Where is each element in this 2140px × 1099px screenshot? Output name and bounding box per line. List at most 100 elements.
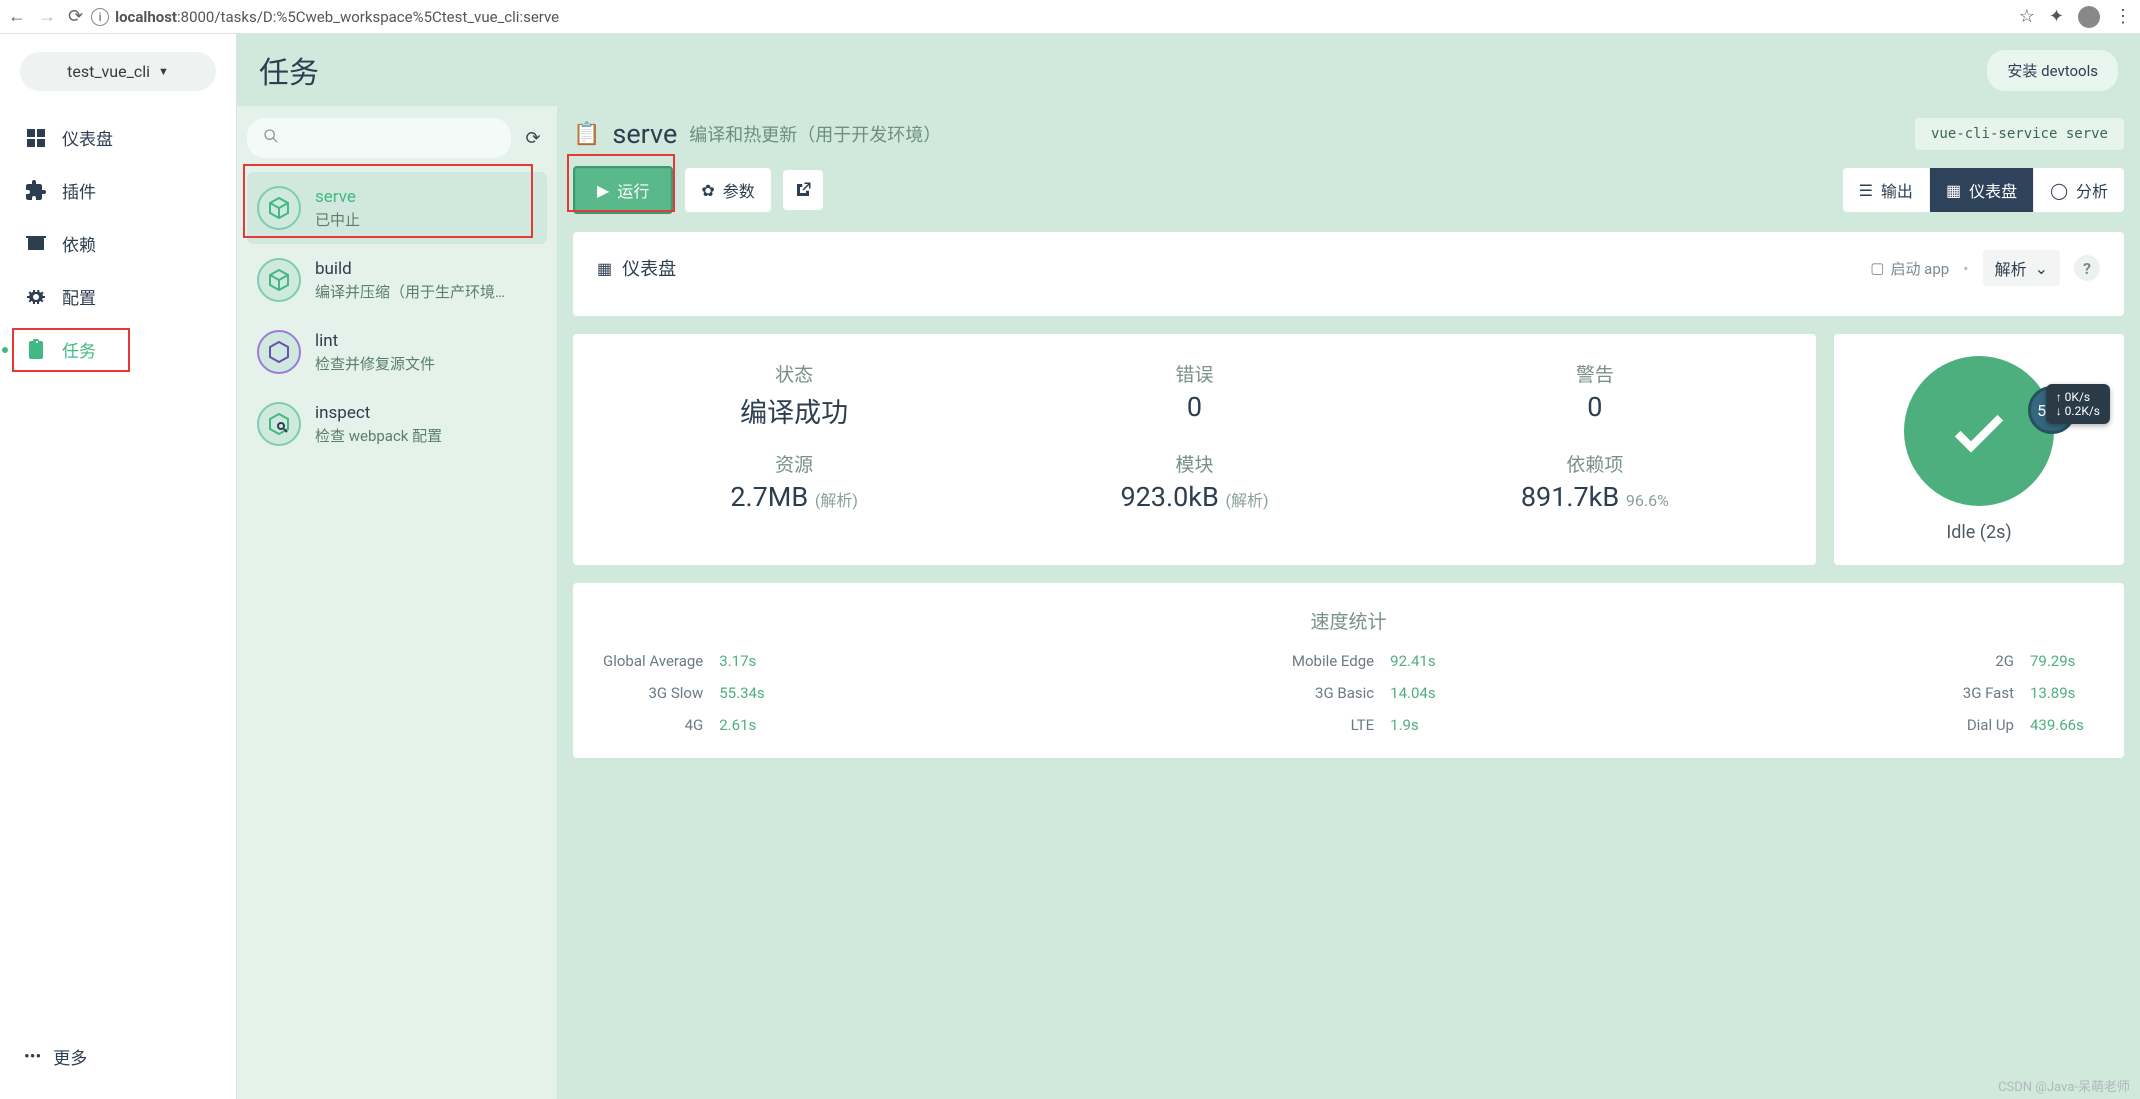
donut-icon: ◯ [2050, 181, 2068, 200]
address-bar[interactable]: i localhost:8000/tasks/D:%5Cweb_workspac… [91, 8, 559, 26]
download-speed: 0.2K/s [2065, 404, 2100, 418]
chevron-down-icon: ▼ [158, 65, 169, 78]
run-button[interactable]: ▶ 运行 [573, 166, 673, 214]
stat-value: 0 [999, 391, 1389, 423]
install-devtools-button[interactable]: 安装 devtools [1987, 50, 2118, 91]
main-panel: 任务 安装 devtools ⟳ serve已中止 [237, 34, 2140, 1099]
speed-key: Dial Up [1967, 716, 2014, 734]
assignment-icon: 📋 [573, 122, 600, 147]
speed-row: LTE1.9s [1292, 716, 1454, 734]
task-item-build[interactable]: build编译并压缩（用于生产环境… [247, 244, 547, 316]
tab-output[interactable]: ☰输出 [1843, 168, 1930, 212]
list-icon: ☰ [1859, 181, 1873, 200]
stats-card: 状态编译成功 错误0 警告0 资源2.7MB (解析) 模块923.0kB (解… [573, 334, 1816, 565]
tab-dashboard[interactable]: ▦ 仪表盘 [1930, 168, 2034, 212]
stat-note: (解析) [1225, 491, 1268, 510]
reload-icon[interactable]: ⟳ [68, 6, 83, 27]
stat-value: 编译成功 [599, 391, 989, 430]
task-subtitle: 已中止 [315, 209, 360, 230]
launch-app-button[interactable]: ▢启动 app [1870, 258, 1949, 279]
more-icon: ••• [24, 1047, 41, 1067]
speed-key: 4G [685, 716, 704, 734]
hexagon-icon [257, 330, 301, 374]
site-info-icon[interactable]: i [91, 8, 109, 26]
stat-label: 状态 [599, 360, 989, 387]
watermark: CSDN @Java-呆萌老师 [1998, 1076, 2130, 1095]
nav-config-label: 配置 [62, 284, 96, 309]
run-label: 运行 [617, 178, 649, 202]
speed-row: 4G2.61s [603, 716, 783, 734]
speed-value: 55.34s [719, 684, 783, 702]
speed-value: 14.04s [1390, 684, 1454, 702]
task-name: inspect [315, 403, 442, 423]
speed-title: 速度统计 [603, 607, 2094, 634]
gear-icon [24, 285, 48, 309]
forward-icon[interactable]: → [38, 6, 56, 27]
speed-key: 3G Slow [649, 684, 704, 702]
back-icon[interactable]: ← [8, 6, 26, 27]
task-item-lint[interactable]: lint检查并修复源文件 [247, 316, 547, 388]
nav-tasks-label: 任务 [62, 337, 96, 362]
project-name: test_vue_cli [67, 62, 150, 81]
detail-title: serve [612, 118, 677, 150]
speed-value: 13.89s [2030, 684, 2094, 702]
nav-tasks[interactable]: 任务 [0, 323, 236, 376]
nav-deps[interactable]: 依赖 [0, 217, 236, 270]
grid-icon: ▦ [597, 259, 612, 278]
profile-avatar[interactable] [2078, 6, 2100, 28]
extensions-icon[interactable]: ✦ [2049, 6, 2064, 27]
star-icon[interactable]: ☆ [2019, 6, 2035, 27]
speed-row: 3G Fast13.89s [1963, 684, 2094, 702]
tab-analyze-label: 分析 [2076, 178, 2108, 202]
separator: • [1963, 259, 1968, 278]
task-detail: 📋 serve 编译和热更新（用于开发环境） vue-cli-service s… [557, 106, 2140, 1099]
url-path: :8000/tasks/D:%5Cweb_workspace%5Ctest_vu… [177, 8, 559, 26]
tab-analyze[interactable]: ◯ 分析 [2034, 168, 2124, 212]
speed-badge: ↑ 0K/s ↓ 0.2K/s [2046, 384, 2110, 424]
task-list: ⟳ serve已中止 build编译并压缩（用于生产环境… lint检查并修复源… [237, 106, 557, 1099]
stat-label: 警告 [1400, 360, 1790, 387]
success-gauge: 55% ↑ 0K/s ↓ 0.2K/s [1904, 356, 2054, 506]
launch-app-label: 启动 app [1890, 258, 1949, 279]
nav-dashboard[interactable]: 仪表盘 [0, 111, 236, 164]
stat-value: 0 [1400, 391, 1790, 423]
task-item-inspect[interactable]: inspect检查 webpack 配置 [247, 388, 547, 460]
speed-key: Global Average [603, 652, 703, 670]
parse-dropdown[interactable]: 解析⌄ [1983, 250, 2060, 286]
params-button[interactable]: ✿ 参数 [685, 168, 770, 212]
task-subtitle: 检查 webpack 配置 [315, 425, 442, 446]
speed-stats-card: 速度统计 Global Average3.17s3G Slow55.34s4G2… [573, 583, 2124, 758]
stat-label: 错误 [999, 360, 1389, 387]
speed-value: 1.9s [1390, 716, 1454, 734]
task-item-serve[interactable]: serve已中止 [247, 172, 547, 244]
speed-value: 92.41s [1390, 652, 1454, 670]
refresh-button[interactable]: ⟳ [519, 128, 547, 149]
nav-deps-label: 依赖 [62, 231, 96, 256]
grid-icon: ▦ [1946, 181, 1961, 200]
speed-row: Mobile Edge92.41s [1292, 652, 1454, 670]
project-selector[interactable]: test_vue_cli ▼ [20, 52, 216, 91]
help-button[interactable]: ? [2074, 255, 2100, 281]
nav-dashboard-label: 仪表盘 [62, 125, 113, 150]
cube-search-icon [257, 402, 301, 446]
menu-icon[interactable]: ⋮ [2114, 6, 2132, 27]
task-subtitle: 检查并修复源文件 [315, 353, 435, 374]
chevron-down-icon: ⌄ [2035, 259, 2048, 278]
nav-plugins[interactable]: 插件 [0, 164, 236, 217]
stat-value: 2.7MB [730, 481, 808, 513]
search-input[interactable] [247, 118, 511, 158]
task-subtitle: 编译并压缩（用于生产环境… [315, 281, 505, 302]
open-external-button[interactable] [783, 170, 823, 210]
task-name: build [315, 259, 505, 279]
command-chip: vue-cli-service serve [1915, 118, 2124, 150]
stat-label: 模块 [999, 450, 1389, 477]
nav-more[interactable]: ••• 更多 [0, 1026, 236, 1087]
nav-config[interactable]: 配置 [0, 270, 236, 323]
speed-row: 2G79.29s [1963, 652, 2094, 670]
search-icon [263, 128, 279, 144]
tab-dashboard-label: 仪表盘 [1969, 178, 2017, 202]
cube-icon [257, 258, 301, 302]
speed-row: 3G Slow 55.34s [603, 684, 783, 702]
page-title: 任务 [259, 48, 319, 92]
speed-value: 79.29s [2030, 652, 2094, 670]
